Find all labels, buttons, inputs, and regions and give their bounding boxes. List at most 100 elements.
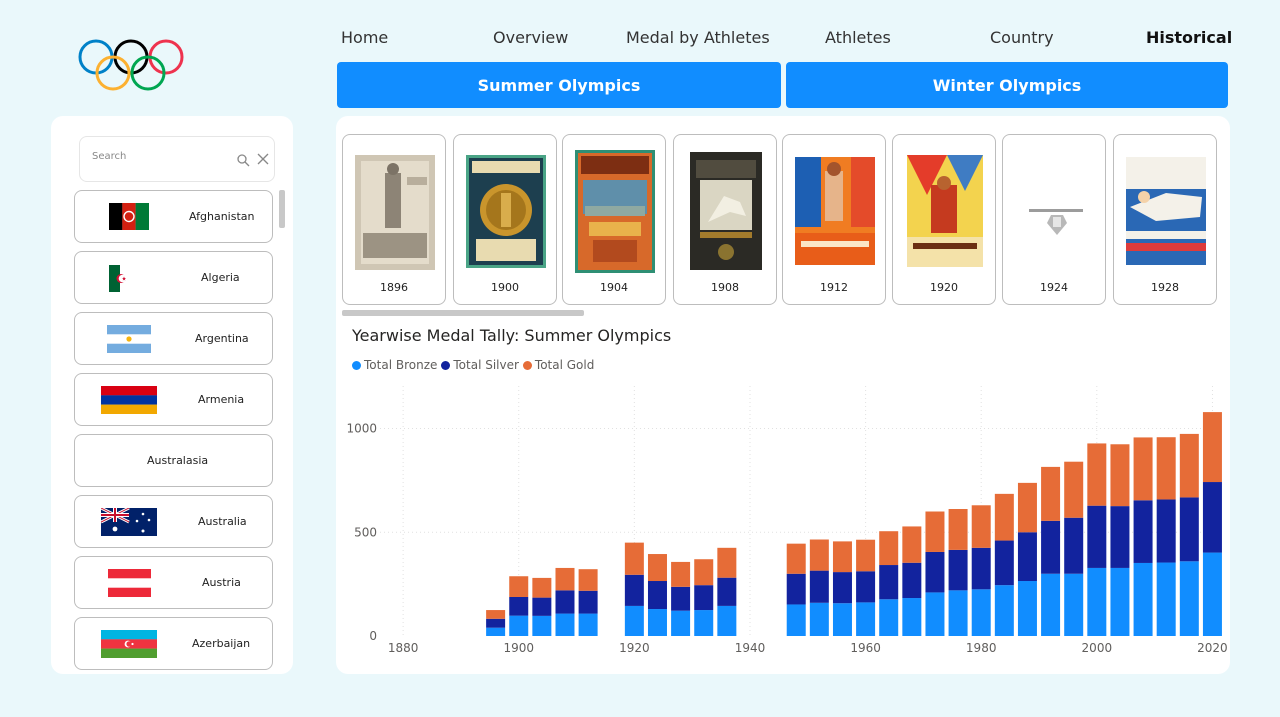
silver-bar[interactable] — [1064, 517, 1084, 574]
silver-bar[interactable] — [486, 618, 506, 628]
list-scrollbar[interactable] — [279, 190, 285, 228]
bronze-bar[interactable] — [1110, 567, 1130, 636]
silver-bar[interactable] — [694, 585, 714, 611]
bronze-bar[interactable] — [647, 609, 667, 636]
bronze-bar[interactable] — [1156, 562, 1176, 636]
country-card-armenia[interactable]: Armenia — [74, 373, 273, 426]
bronze-bar[interactable] — [1064, 573, 1084, 636]
gold-bar[interactable] — [1179, 433, 1199, 498]
bronze-bar[interactable] — [624, 605, 644, 636]
nav-historical[interactable]: Historical — [1146, 28, 1232, 47]
poster-card-1924[interactable]: 1924 — [1002, 134, 1106, 305]
gold-bar[interactable] — [832, 541, 852, 573]
gold-bar[interactable] — [671, 561, 691, 587]
gold-bar[interactable] — [971, 505, 991, 548]
silver-bar[interactable] — [532, 597, 552, 616]
gold-bar[interactable] — [555, 567, 575, 591]
silver-bar[interactable] — [717, 577, 737, 606]
country-card-austria[interactable]: Austria — [74, 556, 273, 609]
poster-card-1928[interactable]: 1928 — [1113, 134, 1217, 305]
search-icon[interactable] — [236, 153, 250, 167]
gold-bar[interactable] — [509, 576, 529, 597]
bronze-bar[interactable] — [1017, 581, 1037, 636]
country-card-afghanistan[interactable]: Afghanistan — [74, 190, 273, 243]
gold-bar[interactable] — [809, 539, 829, 571]
bronze-bar[interactable] — [1179, 561, 1199, 636]
silver-bar[interactable] — [902, 562, 922, 599]
silver-bar[interactable] — [509, 596, 529, 616]
silver-bar[interactable] — [555, 590, 575, 614]
gold-bar[interactable] — [902, 526, 922, 563]
silver-bar[interactable] — [786, 573, 806, 605]
poster-card-1896[interactable]: 1896 — [342, 134, 446, 305]
gold-bar[interactable] — [532, 577, 552, 598]
bronze-bar[interactable] — [1087, 567, 1107, 636]
legend-item-gold[interactable]: Total Gold — [522, 358, 594, 372]
summer-olympics-button[interactable]: Summer Olympics — [337, 62, 781, 108]
poster-card-1912[interactable]: 1912 — [782, 134, 886, 305]
bronze-bar[interactable] — [971, 589, 991, 636]
silver-bar[interactable] — [925, 551, 945, 593]
nav-athletes[interactable]: Athletes — [825, 28, 891, 47]
poster-card-1904[interactable]: 1904 — [562, 134, 666, 305]
gold-bar[interactable] — [1156, 437, 1176, 500]
nav-country[interactable]: Country — [990, 28, 1054, 47]
silver-bar[interactable] — [1041, 520, 1061, 574]
bronze-bar[interactable] — [1041, 573, 1061, 636]
bronze-bar[interactable] — [578, 613, 598, 636]
winter-olympics-button[interactable]: Winter Olympics — [786, 62, 1228, 108]
country-card-australasia[interactable]: Australasia — [74, 434, 273, 487]
search-input[interactable] — [92, 151, 222, 162]
gold-bar[interactable] — [879, 531, 899, 566]
silver-bar[interactable] — [994, 540, 1014, 586]
gold-bar[interactable] — [578, 569, 598, 591]
nav-overview[interactable]: Overview — [493, 28, 568, 47]
gold-bar[interactable] — [717, 547, 737, 578]
gold-bar[interactable] — [948, 509, 968, 550]
silver-bar[interactable] — [879, 565, 899, 600]
country-card-australia[interactable]: Australia — [74, 495, 273, 548]
gold-bar[interactable] — [486, 610, 506, 619]
gold-bar[interactable] — [1087, 443, 1107, 506]
bronze-bar[interactable] — [509, 615, 529, 636]
silver-bar[interactable] — [971, 547, 991, 590]
silver-bar[interactable] — [1156, 499, 1176, 563]
gold-bar[interactable] — [1110, 444, 1130, 507]
silver-bar[interactable] — [1202, 482, 1222, 553]
poster-card-1920[interactable]: 1920 — [892, 134, 996, 305]
country-card-azerbaijan[interactable]: Azerbaijan — [74, 617, 273, 670]
bronze-bar[interactable] — [1202, 552, 1222, 636]
close-icon[interactable] — [256, 152, 270, 166]
gold-bar[interactable] — [925, 511, 945, 552]
silver-bar[interactable] — [948, 549, 968, 591]
gold-bar[interactable] — [1017, 482, 1037, 533]
gold-bar[interactable] — [624, 542, 644, 575]
silver-bar[interactable] — [1133, 500, 1153, 563]
gold-bar[interactable] — [694, 559, 714, 586]
gold-bar[interactable] — [856, 539, 876, 572]
gold-bar[interactable] — [786, 543, 806, 574]
bronze-bar[interactable] — [532, 615, 552, 636]
silver-bar[interactable] — [1110, 506, 1130, 568]
bronze-bar[interactable] — [925, 592, 945, 636]
nav-home[interactable]: Home — [341, 28, 388, 47]
country-card-argentina[interactable]: Argentina — [74, 312, 273, 365]
bronze-bar[interactable] — [994, 585, 1014, 636]
bronze-bar[interactable] — [832, 603, 852, 636]
bronze-bar[interactable] — [671, 610, 691, 636]
legend-item-bronze[interactable]: Total Bronze — [352, 358, 437, 372]
gold-bar[interactable] — [1133, 437, 1153, 501]
gold-bar[interactable] — [994, 493, 1014, 541]
silver-bar[interactable] — [671, 586, 691, 611]
bronze-bar[interactable] — [948, 590, 968, 636]
silver-bar[interactable] — [856, 571, 876, 603]
bronze-bar[interactable] — [486, 627, 506, 636]
silver-bar[interactable] — [647, 581, 667, 610]
bronze-bar[interactable] — [717, 605, 737, 636]
gold-bar[interactable] — [1041, 466, 1061, 521]
silver-bar[interactable] — [578, 590, 598, 614]
poster-card-1900[interactable]: 1900 — [453, 134, 557, 305]
bronze-bar[interactable] — [902, 598, 922, 636]
bronze-bar[interactable] — [856, 602, 876, 636]
poster-card-1908[interactable]: 1908 — [673, 134, 777, 305]
